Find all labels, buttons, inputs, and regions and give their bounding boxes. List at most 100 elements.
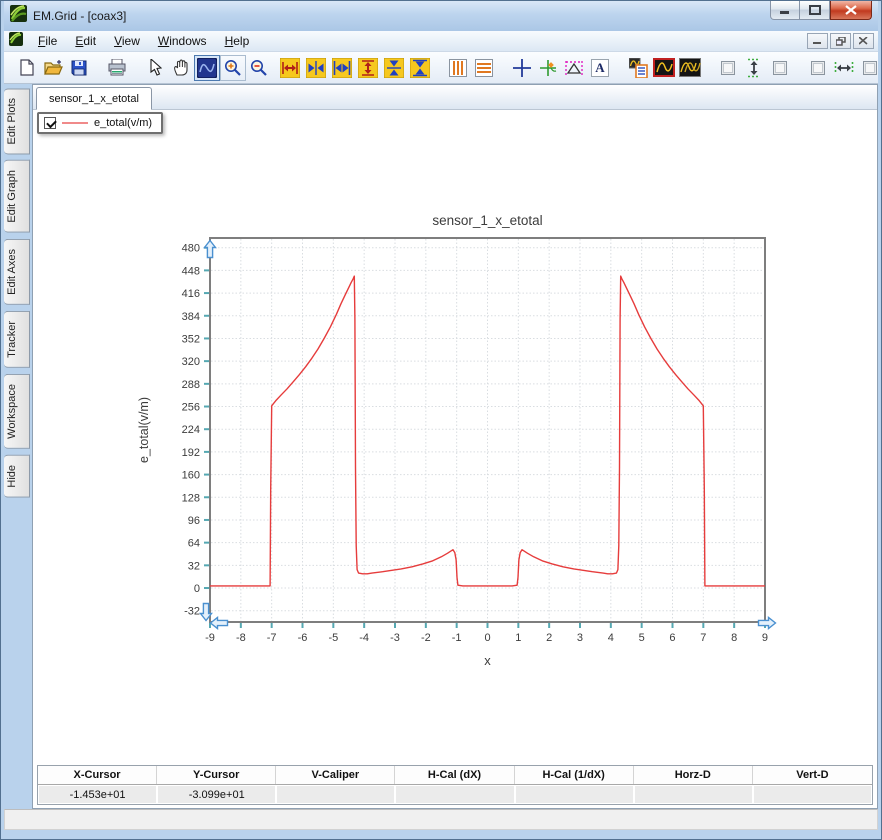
legend-box[interactable]: e_total(v/m) (37, 112, 164, 134)
save-file-button[interactable] (66, 55, 92, 81)
multi-curves-button[interactable] (677, 55, 703, 81)
cursor-info-bar: X-Cursor Y-Cursor V-Caliper H-Cal (dX) H… (37, 765, 873, 805)
info-value-row: -1.453e+01 -3.099e+01 (38, 785, 872, 804)
print-button[interactable] (104, 55, 130, 81)
menu-view[interactable]: View (105, 32, 149, 50)
zoom-out-button[interactable] (246, 55, 272, 81)
document-logo-icon (9, 31, 23, 51)
pan-hand-button[interactable] (168, 55, 194, 81)
v-caliper-value (277, 786, 395, 803)
x-tick-label: 0 (484, 632, 490, 644)
x-tick-label: 2 (546, 632, 552, 644)
axis-pan-left-arrow[interactable] (209, 616, 229, 630)
maximize-button[interactable] (800, 1, 830, 20)
tab-label: sensor_1_x_etotal (49, 92, 139, 105)
title-bar[interactable]: EM.Grid - [coax3] (4, 1, 878, 31)
y-tick-label: 288 (182, 379, 200, 391)
crosshair-button[interactable] (509, 55, 535, 81)
status-bar (4, 809, 878, 830)
x-tick-label: 9 (762, 632, 768, 644)
y-axis-label: e_total(v/m) (137, 397, 151, 463)
y-cursor-value: -3.099e+01 (158, 786, 276, 803)
h-cal-dx-value (396, 786, 514, 803)
vertical-grid-button[interactable] (445, 55, 471, 81)
sidebar-tab-tracker[interactable]: Tracker (4, 310, 30, 368)
chart-canvas[interactable]: -9 -8 -7 -6 -5 -4 -3 -2 -1 0 1 2 3 4 5 6 7 8 9 480 448 416 384… (33, 110, 877, 710)
col-horz-d: Horz-D (634, 766, 753, 784)
open-file-button[interactable] (40, 55, 66, 81)
plot-select-mode-button[interactable] (194, 54, 220, 81)
y-tick-label: 64 (188, 538, 200, 550)
link-x-checkbox-left[interactable] (805, 55, 831, 81)
side-tab-strip: Edit Plots Edit Graph Edit Axes Tracker … (4, 84, 32, 809)
x-tick-label: 1 (515, 632, 521, 644)
text-annotation-glyph: A (591, 58, 609, 77)
select-cursor-button[interactable] (142, 55, 168, 81)
x-tick-label: 8 (731, 632, 737, 644)
x-tick-label: -3 (390, 632, 400, 644)
y-tick-label: 416 (182, 288, 200, 300)
menu-windows[interactable]: Windows (149, 32, 216, 50)
x-tick-label: 3 (577, 632, 583, 644)
tracker-button[interactable] (535, 55, 561, 81)
app-logo-icon (10, 5, 27, 27)
legend-line-swatch (62, 122, 88, 124)
x-tick-label: 6 (669, 632, 675, 644)
link-x-arrow-icon[interactable] (831, 55, 857, 81)
caliper-button[interactable] (561, 55, 587, 81)
expand-y-button[interactable] (355, 55, 381, 81)
close-button[interactable] (830, 1, 872, 20)
link-y-checkbox-left[interactable] (715, 55, 741, 81)
legend-checkbox[interactable] (44, 117, 56, 129)
app-window: EM.Grid - [coax3] File Edit View Windows… (0, 0, 882, 840)
menu-help[interactable]: Help (216, 32, 259, 50)
axis-pan-up-arrow[interactable] (203, 239, 217, 259)
graph-document: sensor_1_x_etotal e_total(v/m) -9 -8 -7 -6-… (32, 84, 878, 809)
new-file-button[interactable] (14, 55, 40, 81)
tab-sensor-1-x-etotal[interactable]: sensor_1_x_etotal (36, 87, 152, 110)
col-h-cal-dx: H-Cal (dX) (395, 766, 515, 784)
y-tick-label: 480 (182, 243, 200, 255)
link-x-checkbox-right[interactable] (857, 55, 878, 81)
minimize-button[interactable] (770, 1, 800, 20)
y-tick-label: 128 (182, 492, 200, 504)
x-tick-label: -4 (359, 632, 369, 644)
curve-edit-button[interactable] (651, 55, 677, 81)
col-h-cal-1dx: H-Cal (1/dX) (515, 766, 634, 784)
sidebar-tab-hide[interactable]: Hide (4, 454, 30, 498)
text-annotation-button[interactable]: A (587, 55, 613, 81)
chart-title: sensor_1_x_etotal (432, 213, 542, 228)
y-tick-label: 0 (194, 583, 200, 595)
info-header-row: X-Cursor Y-Cursor V-Caliper H-Cal (dX) H… (38, 766, 872, 785)
axis-pan-right-arrow[interactable] (757, 616, 777, 630)
menu-bar: File Edit View Windows Help (4, 31, 878, 51)
sidebar-tab-edit-graph[interactable]: Edit Graph (4, 160, 30, 234)
toolbar: A Layout (4, 51, 878, 84)
x-tick-label: -5 (328, 632, 338, 644)
zoom-in-y-button[interactable] (407, 55, 433, 81)
mdi-close-button[interactable] (853, 33, 874, 49)
mdi-minimize-button[interactable] (807, 33, 828, 49)
y-tick-label: 352 (182, 333, 200, 345)
horizontal-grid-button[interactable] (471, 55, 497, 81)
mdi-restore-button[interactable] (830, 33, 851, 49)
sidebar-tab-edit-axes[interactable]: Edit Axes (4, 239, 30, 305)
link-y-arrow-icon[interactable] (741, 55, 767, 81)
x-tick-label: -9 (205, 632, 215, 644)
plot-region[interactable]: e_total(v/m) -9 -8 -7 -6 -5 -4 -3 -2 -1 0 1 2 3 4 5 6 7 8… (33, 110, 877, 763)
zoom-out-x-button[interactable] (303, 55, 329, 81)
sidebar-tab-edit-plots[interactable]: Edit Plots (4, 88, 30, 155)
zoom-in-x-button[interactable] (329, 55, 355, 81)
x-cursor-value: -1.453e+01 (39, 786, 157, 803)
menu-file[interactable]: File (29, 32, 66, 50)
x-tick-label: 7 (700, 632, 706, 644)
plot-report-button[interactable] (625, 55, 651, 81)
expand-x-button[interactable] (277, 55, 303, 81)
link-y-checkbox-right[interactable] (767, 55, 793, 81)
zoom-in-button[interactable] (220, 54, 246, 81)
sidebar-tab-workspace[interactable]: Workspace (4, 373, 30, 449)
menu-edit[interactable]: Edit (66, 32, 105, 50)
x-tick-label: 5 (639, 632, 645, 644)
col-x-cursor: X-Cursor (38, 766, 158, 784)
zoom-out-y-button[interactable] (381, 55, 407, 81)
